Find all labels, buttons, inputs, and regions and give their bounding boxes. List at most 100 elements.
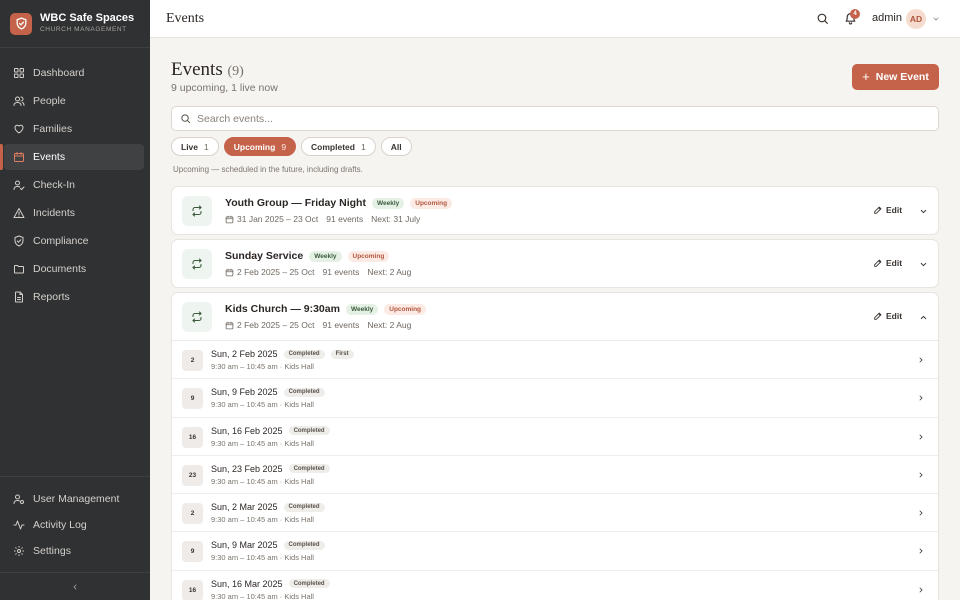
plus-icon: + bbox=[862, 69, 870, 84]
event-next: Next: 2 Aug bbox=[367, 267, 412, 277]
sidebar-item-documents[interactable]: Documents bbox=[4, 256, 144, 282]
occurrence-day: 23 bbox=[182, 464, 203, 486]
sidebar-item-dashboard[interactable]: Dashboard bbox=[4, 60, 144, 86]
gear-icon bbox=[13, 545, 25, 557]
edit-label: Edit bbox=[886, 205, 903, 215]
event-row[interactable]: Sunday Service Weekly Upcoming 2 Feb 202… bbox=[172, 240, 938, 287]
search-input[interactable] bbox=[197, 112, 897, 125]
filter-live[interactable]: Live 1 bbox=[171, 137, 219, 156]
sidebar-item-user-management[interactable]: User Management bbox=[4, 486, 144, 511]
event-title-text: Youth Group — Friday Night bbox=[225, 197, 366, 209]
occurrence-date-text: Sun, 16 Mar 2025 bbox=[211, 578, 283, 589]
user-check-icon bbox=[13, 179, 25, 191]
event-title: Sunday Service Weekly Upcoming bbox=[225, 250, 390, 262]
sidebar-item-settings[interactable]: Settings bbox=[4, 538, 144, 563]
occurrence-time: 9:30 am – 10:45 am · Kids Hall bbox=[211, 515, 314, 525]
occurrence-date-text: Sun, 16 Feb 2025 bbox=[211, 425, 283, 436]
filter-label: All bbox=[390, 141, 402, 152]
edit-button[interactable]: Edit bbox=[873, 311, 902, 321]
occurrence-day: 2 bbox=[182, 503, 203, 525]
event-row[interactable]: Youth Group — Friday Night Weekly Upcomi… bbox=[172, 187, 938, 234]
chevron-down-icon[interactable] bbox=[919, 260, 928, 269]
edit-label: Edit bbox=[886, 311, 903, 321]
sidebar-item-label: Dashboard bbox=[33, 67, 85, 79]
occurrence-row[interactable]: 16 Sun, 16 Feb 2025 Completed 9:30 am – … bbox=[172, 418, 938, 456]
recurrence-badge: Weekly bbox=[345, 303, 379, 315]
event-title-text: Sunday Service bbox=[225, 250, 304, 262]
occurrence-row[interactable]: 23 Sun, 23 Feb 2025 Completed 9:30 am – … bbox=[172, 456, 938, 495]
chevron-down-icon[interactable] bbox=[932, 15, 940, 23]
edit-label: Edit bbox=[886, 258, 903, 268]
sidebar-item-label: Families bbox=[33, 123, 73, 135]
occurrence-date-text: Sun, 2 Feb 2025 bbox=[211, 349, 278, 359]
event-card-expanded: Kids Church — 9:30am Weekly Upcoming 2 F… bbox=[171, 292, 939, 600]
chevron-left-icon bbox=[71, 583, 79, 591]
sidebar-item-check-in[interactable]: Check-In bbox=[4, 172, 144, 198]
filter-completed[interactable]: Completed 1 bbox=[301, 137, 376, 156]
occurrence-row[interactable]: 2 Sun, 2 Feb 2025 Completed First 9:30 a… bbox=[172, 341, 938, 380]
new-event-button[interactable]: + New Event bbox=[852, 64, 939, 90]
occurrence-day: 16 bbox=[182, 579, 203, 600]
occurrence-row[interactable]: 9 Sun, 9 Feb 2025 Completed 9:30 am – 10… bbox=[172, 379, 938, 418]
calendar-icon bbox=[13, 151, 25, 163]
search-icon[interactable] bbox=[816, 12, 829, 25]
occurrence-day: 9 bbox=[182, 388, 203, 410]
filter-count: 1 bbox=[204, 141, 209, 152]
sidebar-item-label: Incidents bbox=[33, 207, 76, 219]
secondary-nav: User Management Activity Log Settings bbox=[0, 476, 150, 564]
search-icon bbox=[180, 113, 191, 124]
header-title: Events bbox=[166, 11, 205, 26]
occurrence-day: 16 bbox=[182, 426, 203, 448]
sidebar-item-label: Events bbox=[33, 151, 66, 163]
chevron-right-icon bbox=[917, 509, 925, 517]
event-next: Next: 31 July bbox=[371, 214, 421, 224]
chevron-down-icon[interactable] bbox=[919, 207, 928, 216]
sidebar-item-label: User Management bbox=[33, 492, 120, 505]
event-row[interactable]: Kids Church — 9:30am Weekly Upcoming 2 F… bbox=[172, 293, 938, 340]
collapse-sidebar-button[interactable] bbox=[0, 572, 150, 600]
occurrence-row[interactable]: 2 Sun, 2 Mar 2025 Completed 9:30 am – 10… bbox=[172, 494, 938, 533]
sidebar-item-reports[interactable]: Reports bbox=[4, 284, 144, 310]
occurrence-date: Sun, 16 Feb 2025 Completed bbox=[211, 426, 330, 436]
filter-all[interactable]: All bbox=[380, 137, 412, 156]
occurrence-time: 9:30 am – 10:45 am · Kids Hall bbox=[211, 362, 314, 371]
occurrence-row[interactable]: 9 Sun, 9 Mar 2025 Completed 9:30 am – 10… bbox=[172, 532, 938, 571]
avatar[interactable]: AD bbox=[906, 9, 926, 29]
recurrence-badge: Weekly bbox=[309, 250, 342, 262]
occurrence-date-text: Sun, 9 Mar 2025 bbox=[211, 540, 278, 551]
occurrence-row[interactable]: 16 Sun, 16 Mar 2025 Completed 9:30 am – … bbox=[172, 571, 938, 600]
occurrence-date-text: Sun, 9 Feb 2025 bbox=[211, 387, 278, 398]
sidebar-item-label: Check-In bbox=[33, 179, 76, 191]
chevron-right-icon bbox=[917, 471, 925, 479]
event-count: 91 events bbox=[326, 214, 364, 224]
brand[interactable]: WBC Safe Spaces CHURCH MANAGEMENT bbox=[0, 0, 150, 48]
sidebar-item-label: People bbox=[33, 95, 66, 107]
calendar-icon bbox=[225, 268, 234, 277]
edit-button[interactable]: Edit bbox=[873, 205, 902, 215]
sidebar-item-people[interactable]: People bbox=[4, 88, 144, 114]
sidebar-item-label: Compliance bbox=[33, 235, 89, 247]
first-badge: First bbox=[330, 349, 354, 359]
event-meta: 2 Feb 2025 – 25 Oct 91 events Next: 2 Au… bbox=[225, 320, 411, 330]
app-subtitle: CHURCH MANAGEMENT bbox=[40, 26, 127, 33]
status-badge: Upcoming bbox=[384, 303, 427, 315]
sidebar-item-incidents[interactable]: Incidents bbox=[4, 200, 144, 226]
occurrence-list: 2 Sun, 2 Feb 2025 Completed First 9:30 a… bbox=[172, 340, 938, 600]
status-badge: Completed bbox=[288, 579, 330, 589]
occurrence-time: 9:30 am – 10:45 am · Kids Hall bbox=[211, 553, 314, 563]
event-card: Youth Group — Friday Night Weekly Upcomi… bbox=[171, 186, 939, 235]
edit-button[interactable]: Edit bbox=[873, 258, 902, 268]
sidebar-item-activity-log[interactable]: Activity Log bbox=[4, 512, 144, 537]
occurrence-date: Sun, 9 Mar 2025 Completed bbox=[211, 540, 325, 550]
sidebar-item-label: Documents bbox=[33, 263, 87, 275]
sidebar-item-events[interactable]: Events bbox=[0, 144, 144, 170]
pencil-icon bbox=[873, 258, 886, 268]
sidebar-item-compliance[interactable]: Compliance bbox=[4, 228, 144, 254]
occurrence-time: 9:30 am – 10:45 am · Kids Hall bbox=[211, 591, 314, 600]
chevron-up-icon[interactable] bbox=[919, 313, 928, 322]
sidebar-item-families[interactable]: Families bbox=[4, 116, 144, 142]
user-name[interactable]: admin bbox=[872, 12, 902, 24]
event-next: Next: 2 Aug bbox=[367, 320, 412, 330]
filter-upcoming[interactable]: Upcoming 9 bbox=[223, 137, 297, 156]
filter-count: 9 bbox=[281, 141, 287, 152]
